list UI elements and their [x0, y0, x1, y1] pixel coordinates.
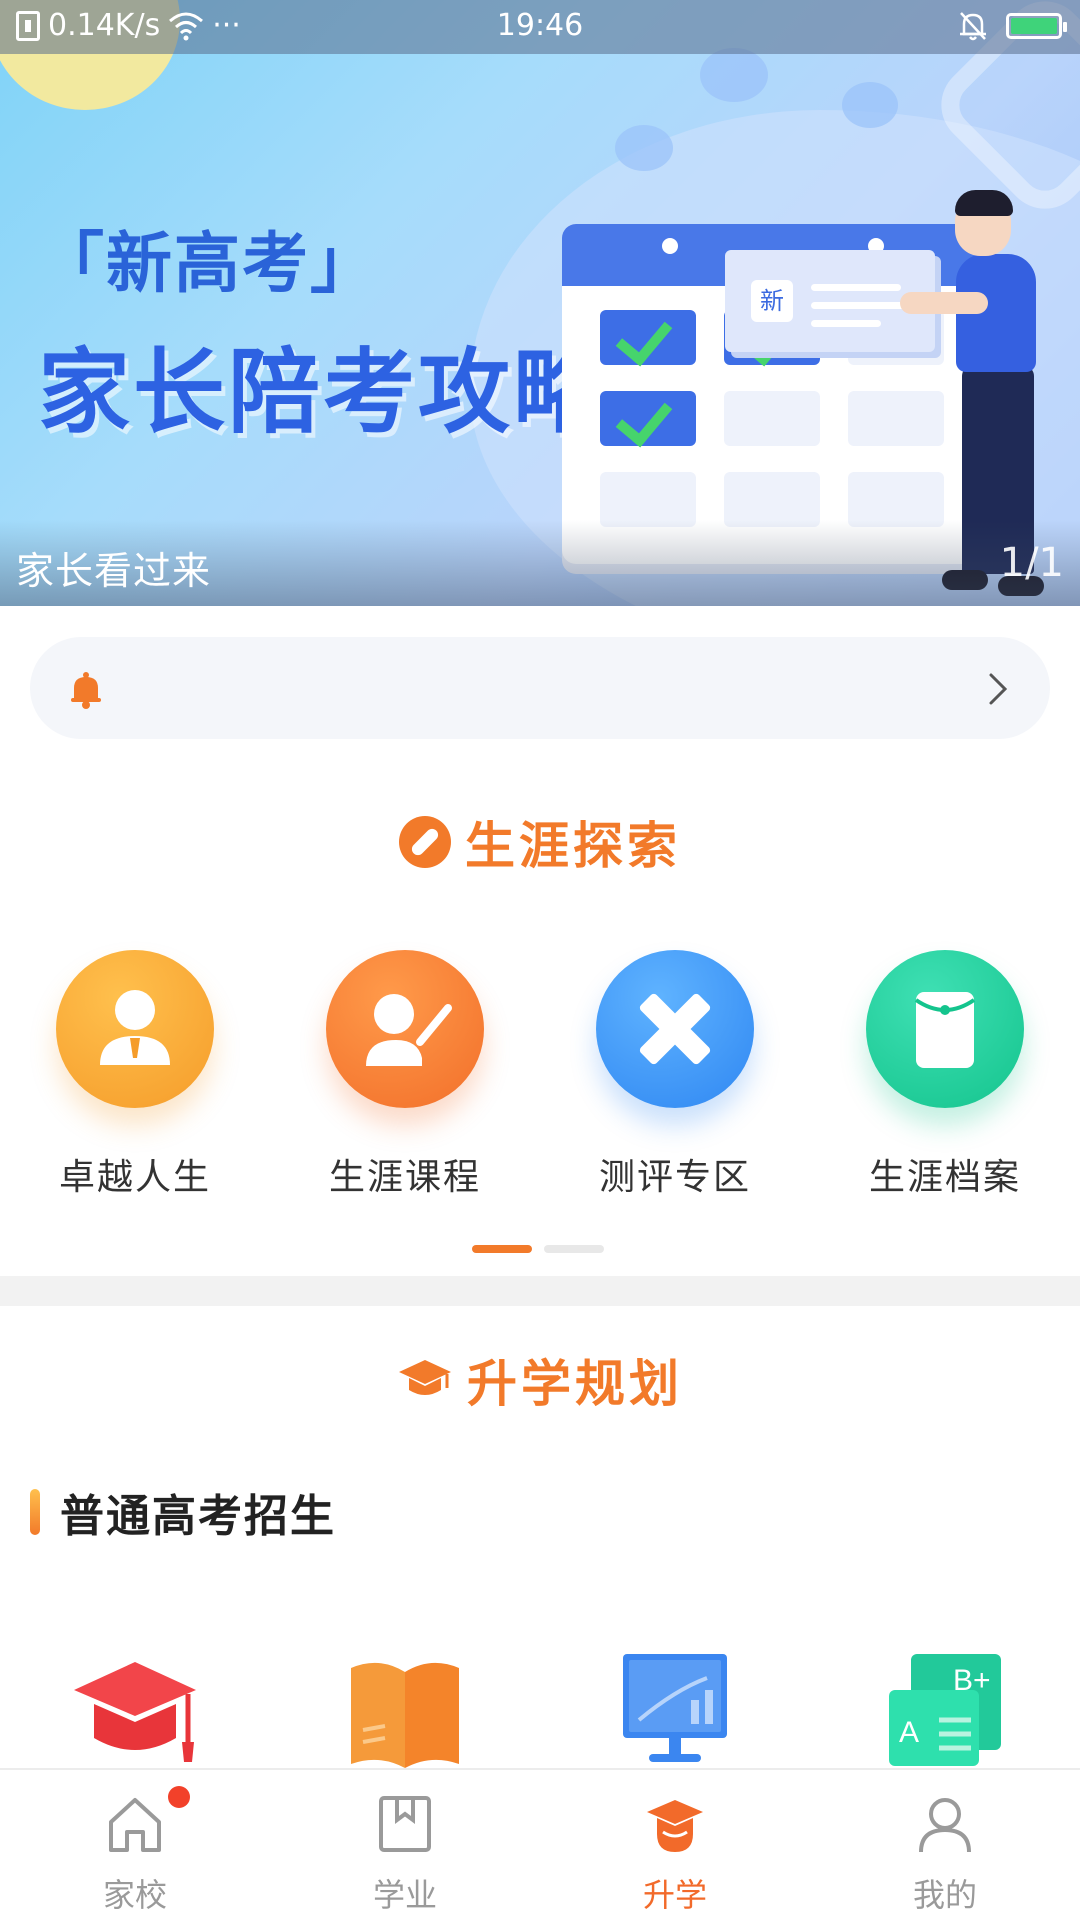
new-badge: 新 [751, 280, 793, 322]
grade-b-plus-text: B+ [953, 1664, 991, 1697]
career-section-title: 生涯探索 [465, 817, 681, 875]
plan-section-title: 升学规划 [467, 1355, 683, 1413]
career-grid: 卓越人生 生涯课程 测评专区 生涯档案 [0, 950, 1080, 1198]
career-item-label: 生涯档案 [868, 1157, 1021, 1198]
plan-item-analysis[interactable] [540, 1650, 810, 1770]
nav-tab-home-school[interactable]: 家校 [0, 1770, 270, 1920]
subsection-accent-bar [30, 1489, 40, 1535]
plan-subsection-title: 普通高考招生 [60, 1491, 336, 1542]
chevron-right-icon[interactable] [978, 669, 1018, 709]
open-book-icon [351, 1662, 459, 1768]
plan-subsection-header: 普通高考招生 [30, 1480, 336, 1544]
nav-tab-label: 升学 [642, 1876, 707, 1914]
battery-icon [1006, 13, 1067, 39]
graduation-cap-icon [74, 1662, 196, 1762]
grade-cards-icon: B+ A [889, 1654, 1001, 1766]
book-bookmark-icon [379, 1796, 431, 1852]
person-tie-icon [56, 950, 214, 1108]
notice-bar[interactable] [30, 637, 1050, 739]
banner-main-title: 家长陪考攻略 [38, 339, 609, 446]
line-bubble-icon [615, 125, 673, 171]
section-divider [0, 1276, 1080, 1306]
plan-section-header: 升学规划 [0, 1344, 1080, 1416]
graduation-cap-icon [647, 1800, 703, 1852]
bell-muted-icon [960, 12, 986, 41]
compass-icon [399, 816, 451, 868]
nav-tab-label: 家校 [102, 1876, 167, 1914]
user-icon [919, 1798, 971, 1853]
banner-tag-title: 「新高考」 [38, 225, 378, 302]
pencil-ruler-icon [596, 950, 754, 1108]
career-item-excellence[interactable]: 卓越人生 [0, 950, 270, 1200]
teacher-board-icon [326, 950, 484, 1108]
home-icon [109, 1798, 161, 1852]
plan-item-grades[interactable]: B+ A [810, 1650, 1080, 1770]
pager-dot [544, 1245, 604, 1253]
nav-tab-mine[interactable]: 我的 [810, 1770, 1080, 1920]
chart-monitor-icon [623, 1654, 727, 1762]
nav-tab-admission[interactable]: 升学 [540, 1770, 810, 1920]
career-item-course[interactable]: 生涯课程 [270, 950, 540, 1200]
pager-dot-active [472, 1245, 532, 1253]
bell-icon [71, 672, 101, 709]
career-pager [472, 1245, 604, 1253]
pie-bubble-icon [700, 48, 768, 102]
nav-tab-label: 学业 [372, 1876, 437, 1914]
nav-tab-academics[interactable]: 学业 [270, 1770, 540, 1920]
career-item-assessment[interactable]: 测评专区 [540, 950, 810, 1200]
career-item-label: 卓越人生 [58, 1157, 211, 1198]
career-section-header: 生涯探索 [0, 806, 1080, 878]
folder-icon [866, 950, 1024, 1108]
clock: 19:46 [496, 8, 584, 43]
career-item-archive[interactable]: 生涯档案 [810, 950, 1080, 1200]
nav-tab-label: 我的 [912, 1876, 977, 1914]
banner-caption: 家长看过来 [16, 549, 212, 593]
bar-bubble-icon [842, 82, 898, 128]
career-item-label: 生涯课程 [328, 1157, 481, 1198]
status-bar: 0.14K/s ··· 19:46 [0, 0, 1080, 54]
plan-item-admission[interactable] [0, 1650, 270, 1770]
grade-a-text: A [899, 1716, 919, 1749]
graduation-cap-icon [399, 1360, 451, 1395]
plan-item-book[interactable] [270, 1650, 540, 1770]
plan-grid: B+ A [0, 1650, 1080, 1770]
bottom-nav: 家校 学业 升学 我的 [0, 1768, 1080, 1920]
career-item-label: 测评专区 [598, 1157, 751, 1198]
banner-page-counter: 1/1 [999, 540, 1064, 586]
banner-carousel[interactable]: 「新高考」 家长陪考攻略 新 家长看过来 1/1 [0, 0, 1080, 606]
notification-dot [168, 1786, 190, 1808]
